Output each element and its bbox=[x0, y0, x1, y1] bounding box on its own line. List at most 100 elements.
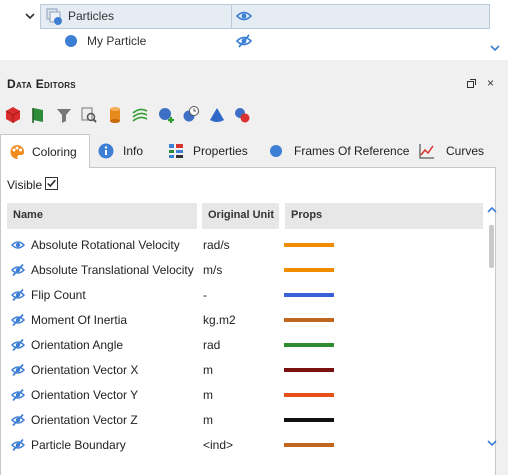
row-name: Flip Count bbox=[31, 288, 86, 302]
row-unit: kg.m2 bbox=[203, 313, 236, 327]
column-header-label: Original Unit bbox=[208, 209, 274, 221]
row-name: Absolute Translational Velocity bbox=[31, 263, 194, 277]
eye-hidden-icon[interactable] bbox=[11, 314, 25, 326]
curves-chart-icon bbox=[419, 144, 434, 159]
table-row[interactable]: Absolute Rotational Velocity rad/s bbox=[7, 233, 483, 258]
eye-icon[interactable] bbox=[236, 9, 252, 23]
scroll-down-icon[interactable] bbox=[490, 44, 500, 52]
row-unit: m bbox=[203, 413, 213, 427]
row-unit: rad/s bbox=[203, 238, 230, 252]
row-name: Orientation Angle bbox=[31, 338, 124, 352]
tab-info[interactable]: Info bbox=[90, 134, 162, 168]
table-row[interactable]: Absolute Translational Velocity m/s bbox=[7, 258, 483, 283]
tree-label: My Particle bbox=[87, 34, 147, 48]
tree-label: Particles bbox=[68, 9, 115, 23]
tab-label: Frames Of Reference bbox=[294, 144, 410, 158]
table-row[interactable]: Orientation Vector Z m bbox=[7, 408, 483, 433]
flag-green-icon[interactable] bbox=[30, 105, 48, 125]
column-header-props[interactable]: Props bbox=[285, 203, 483, 229]
visible-label: Visible bbox=[7, 178, 43, 192]
table-row[interactable]: Moment Of Inertia kg.m2 bbox=[7, 308, 483, 333]
color-swatch[interactable] bbox=[284, 343, 334, 347]
properties-icon bbox=[169, 144, 183, 158]
color-swatch[interactable] bbox=[284, 393, 334, 397]
scroll-down-icon[interactable] bbox=[487, 439, 497, 447]
eye-hidden-icon[interactable] bbox=[236, 34, 252, 48]
search-doc-icon[interactable] bbox=[80, 105, 98, 125]
tab-label: Info bbox=[123, 144, 144, 158]
eye-hidden-icon[interactable] bbox=[11, 339, 25, 351]
cylinder-orange-icon[interactable] bbox=[106, 105, 124, 125]
row-unit: - bbox=[203, 288, 207, 302]
cone-blue-icon[interactable] bbox=[208, 105, 226, 125]
color-swatch[interactable] bbox=[284, 293, 334, 297]
eye-hidden-icon[interactable] bbox=[11, 414, 25, 426]
row-unit: m/s bbox=[203, 263, 223, 277]
row-unit: <ind> bbox=[203, 438, 234, 452]
table-row[interactable]: Orientation Vector X m bbox=[7, 358, 483, 383]
row-unit: rad bbox=[203, 338, 221, 352]
particles-group-icon bbox=[46, 8, 62, 25]
eye-hidden-icon[interactable] bbox=[11, 264, 25, 276]
table-row[interactable]: Orientation Vector Y m bbox=[7, 383, 483, 408]
column-divider bbox=[231, 4, 232, 29]
color-swatch[interactable] bbox=[284, 368, 334, 372]
tab-curves[interactable]: Curves bbox=[408, 134, 496, 168]
eye-hidden-icon[interactable] bbox=[11, 439, 25, 451]
palette-icon bbox=[10, 145, 25, 160]
eye-hidden-icon[interactable] bbox=[11, 364, 25, 376]
tab-label: Curves bbox=[446, 144, 485, 158]
panel-title: Data Editors bbox=[7, 77, 76, 91]
color-swatch[interactable] bbox=[284, 318, 334, 322]
scroll-up-icon[interactable] bbox=[487, 206, 497, 214]
editor-tabs: Coloring Info Properties Frames Of Refer… bbox=[0, 134, 496, 169]
row-name: Orientation Vector Y bbox=[31, 388, 139, 402]
row-name: Particle Boundary bbox=[31, 438, 126, 452]
color-swatch[interactable] bbox=[284, 268, 334, 272]
info-icon bbox=[98, 143, 114, 159]
tab-properties[interactable]: Properties bbox=[162, 134, 258, 168]
tab-label: Coloring bbox=[32, 145, 77, 159]
eye-hidden-icon[interactable] bbox=[11, 389, 25, 401]
column-header-unit[interactable]: Original Unit bbox=[202, 203, 279, 229]
color-swatch[interactable] bbox=[284, 443, 334, 447]
float-window-icon[interactable] bbox=[467, 79, 476, 88]
toolbar bbox=[4, 105, 264, 127]
eye-icon[interactable] bbox=[11, 239, 25, 251]
row-name: Moment Of Inertia bbox=[31, 313, 128, 327]
eye-hidden-icon[interactable] bbox=[11, 289, 25, 301]
add-sphere-icon[interactable] bbox=[157, 105, 175, 125]
chevron-down-icon[interactable] bbox=[24, 10, 36, 22]
row-name: Orientation Vector X bbox=[31, 363, 139, 377]
tab-label: Properties bbox=[193, 144, 248, 158]
table-row[interactable]: Particle Boundary <ind> bbox=[7, 433, 483, 458]
object-tree: Particles My Particle bbox=[0, 0, 508, 60]
table-row[interactable]: Orientation Angle rad bbox=[7, 333, 483, 358]
tree-row-my-particle[interactable]: My Particle bbox=[0, 29, 490, 54]
tab-coloring[interactable]: Coloring bbox=[0, 134, 90, 169]
checkmark-icon bbox=[47, 179, 56, 188]
clock-sphere-icon[interactable] bbox=[182, 105, 200, 125]
visible-checkbox[interactable] bbox=[45, 177, 58, 190]
row-name: Absolute Rotational Velocity bbox=[31, 238, 180, 252]
frame-sphere-icon bbox=[270, 145, 282, 157]
particle-dot-icon bbox=[65, 35, 77, 47]
tab-frames-of-reference[interactable]: Frames Of Reference bbox=[258, 134, 410, 168]
sphere-pair-icon[interactable] bbox=[233, 105, 251, 125]
row-unit: m bbox=[203, 363, 213, 377]
stripes-green-icon[interactable] bbox=[131, 105, 149, 125]
scrollbar-thumb[interactable] bbox=[489, 225, 494, 268]
data-editors-panel: Data Editors × Coloring Info Properties … bbox=[0, 69, 508, 475]
column-header-name[interactable]: Name bbox=[7, 203, 197, 229]
column-header-label: Name bbox=[13, 209, 43, 221]
close-button[interactable]: × bbox=[487, 77, 497, 89]
color-swatch[interactable] bbox=[284, 418, 334, 422]
filter-icon[interactable] bbox=[55, 105, 73, 125]
table-row[interactable]: Flip Count - bbox=[7, 283, 483, 308]
row-unit: m bbox=[203, 388, 213, 402]
column-header-label: Props bbox=[291, 209, 323, 221]
property-grid: Name Original Unit Props Absolute Rotati… bbox=[7, 203, 483, 475]
tree-row-particles[interactable]: Particles bbox=[0, 4, 490, 29]
cube-red-icon[interactable] bbox=[4, 105, 22, 125]
color-swatch[interactable] bbox=[284, 243, 334, 247]
